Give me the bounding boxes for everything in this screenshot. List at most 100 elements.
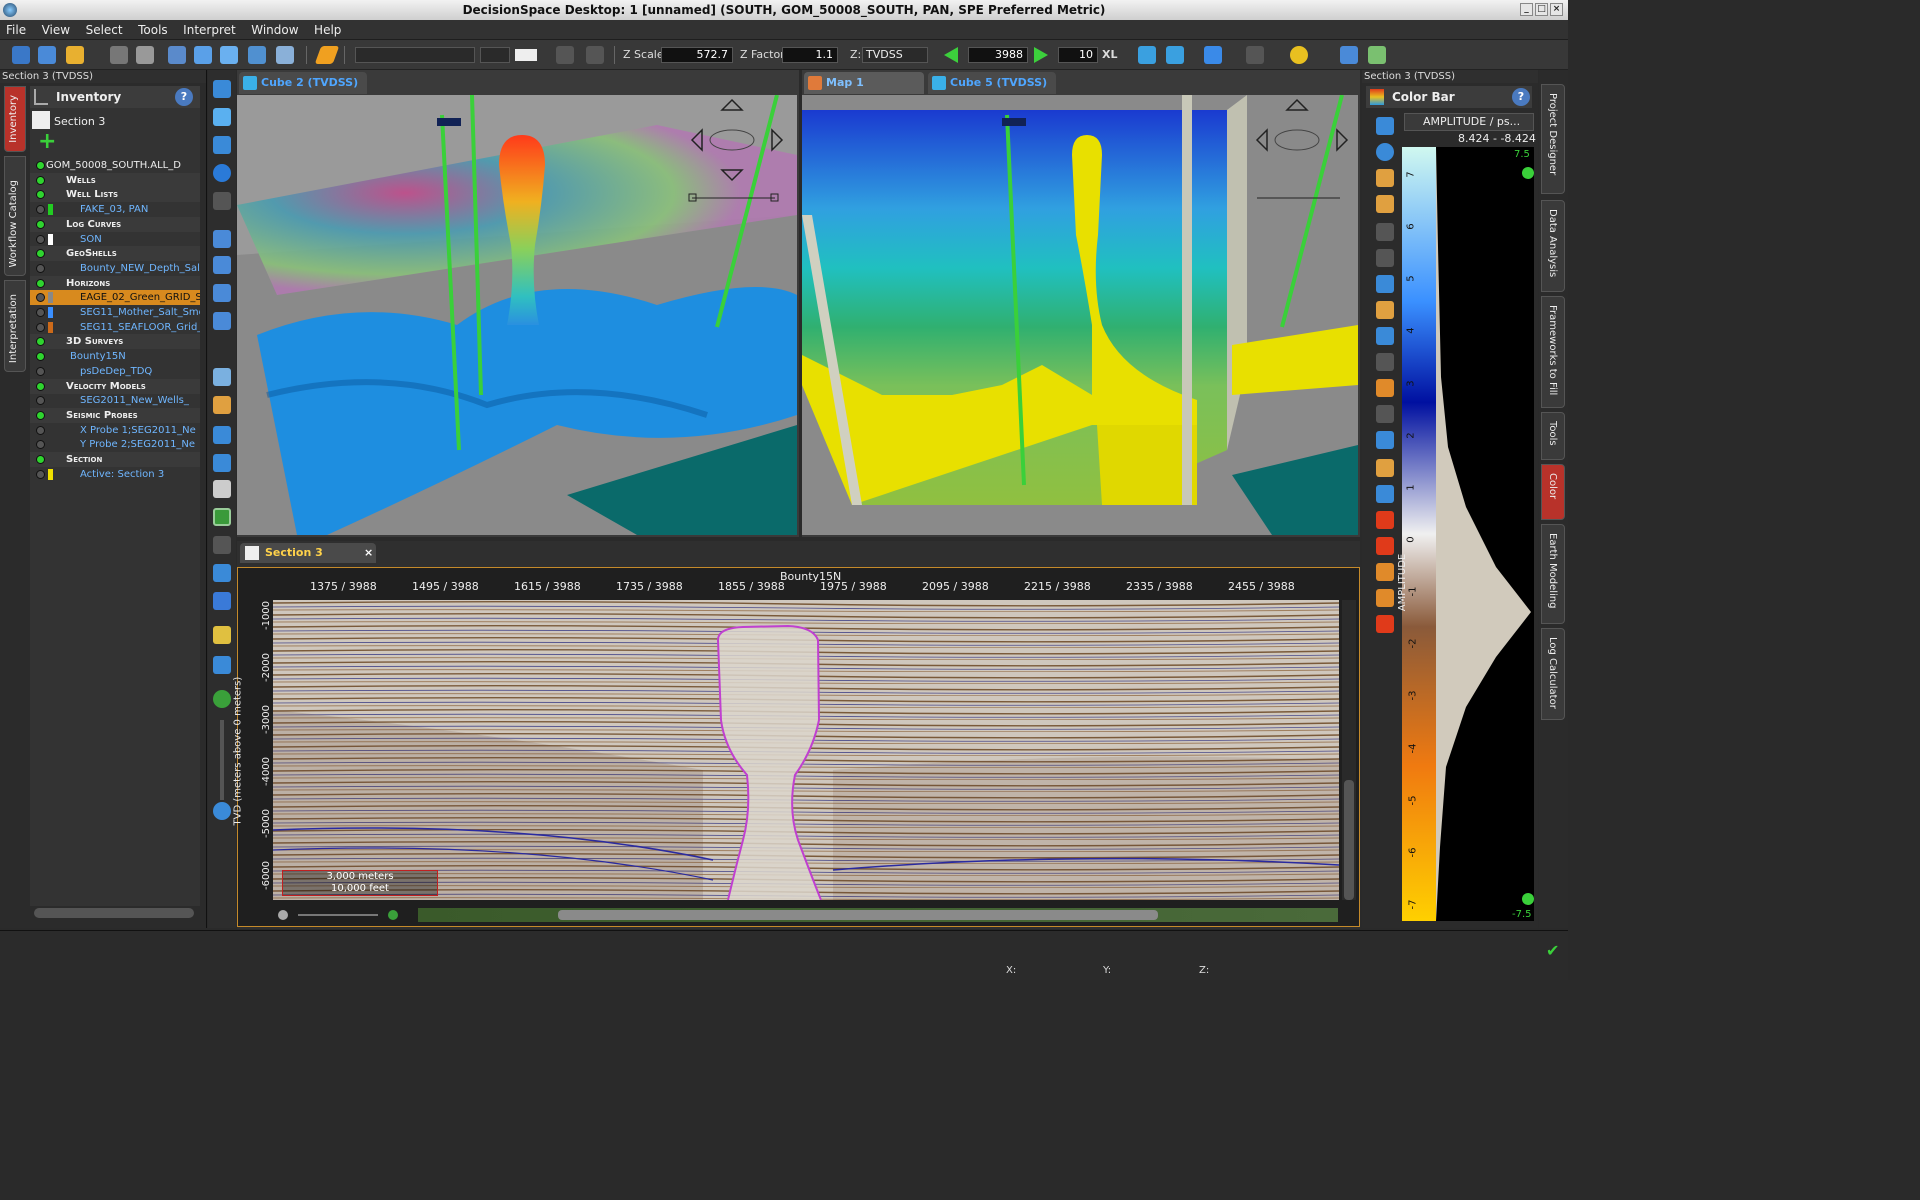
undo-icon[interactable] bbox=[556, 46, 574, 64]
previous-line-icon[interactable] bbox=[944, 47, 958, 63]
target-icon[interactable] bbox=[213, 508, 231, 526]
tree-row[interactable]: Y Probe 2;SEG2011_Ne bbox=[30, 437, 200, 452]
menu-select[interactable]: Select bbox=[80, 20, 129, 40]
screenshot-icon[interactable] bbox=[276, 46, 294, 64]
trace-icon[interactable] bbox=[213, 656, 231, 674]
cb-edit-icon[interactable] bbox=[1376, 459, 1394, 477]
visibility-toggle-icon[interactable] bbox=[36, 161, 45, 170]
color-swatch[interactable] bbox=[515, 49, 537, 61]
tab-workflow-catalog[interactable]: Workflow Catalog bbox=[4, 156, 26, 276]
tool-c-icon[interactable] bbox=[220, 46, 238, 64]
seismic-icon[interactable] bbox=[213, 592, 231, 610]
visibility-toggle-icon[interactable] bbox=[36, 190, 45, 200]
z-domain-select[interactable]: TVDSS bbox=[862, 47, 928, 63]
cb-save-icon[interactable] bbox=[1376, 195, 1394, 213]
cb-refresh-icon[interactable] bbox=[1376, 143, 1394, 161]
menu-tools[interactable]: Tools bbox=[132, 20, 174, 40]
tree-row[interactable]: Velocity Models bbox=[30, 378, 200, 394]
cb-ramp5-icon[interactable] bbox=[1376, 615, 1394, 633]
visibility-toggle-icon[interactable] bbox=[36, 293, 45, 303]
tree-row[interactable]: 3D Surveys bbox=[30, 334, 200, 350]
next-line-icon[interactable] bbox=[1034, 47, 1048, 63]
tab-color[interactable]: Color bbox=[1541, 464, 1565, 520]
visibility-toggle-icon[interactable] bbox=[36, 366, 45, 376]
cb-undo-icon[interactable] bbox=[1376, 223, 1394, 241]
visibility-toggle-icon[interactable] bbox=[36, 249, 45, 259]
attribute-select[interactable]: AMPLITUDE / ps... bbox=[1404, 113, 1534, 131]
min-handle[interactable] bbox=[1522, 893, 1534, 905]
menu-help[interactable]: Help bbox=[308, 20, 347, 40]
zoom-icon[interactable] bbox=[213, 80, 231, 98]
visibility-toggle-icon[interactable] bbox=[36, 410, 45, 420]
home-icon[interactable] bbox=[1138, 46, 1156, 64]
tree-row[interactable]: Well Lists bbox=[30, 187, 200, 203]
pencil-icon[interactable] bbox=[314, 46, 340, 64]
cb-pick-icon[interactable] bbox=[1376, 327, 1394, 345]
cube5-3d-scene[interactable] bbox=[802, 95, 1358, 535]
tree-row[interactable]: SEG11_Mother_Salt_Smo bbox=[30, 305, 200, 320]
bookmark-icon[interactable] bbox=[1204, 46, 1222, 64]
vertical-scroll[interactable] bbox=[1342, 600, 1356, 900]
visibility-toggle-icon[interactable] bbox=[36, 219, 45, 229]
data-icon[interactable] bbox=[38, 46, 56, 64]
tree-row[interactable]: Section bbox=[30, 452, 200, 467]
cb-redo-icon[interactable] bbox=[1376, 249, 1394, 267]
step-field[interactable]: 10 bbox=[1058, 47, 1098, 63]
cb-chart-icon[interactable] bbox=[1376, 379, 1394, 397]
cb-ramp3-icon[interactable] bbox=[1376, 563, 1394, 581]
tree-scrollbar[interactable] bbox=[34, 908, 194, 918]
align-icon[interactable] bbox=[213, 426, 231, 444]
tree-row[interactable]: psDeDep_TDQ bbox=[30, 364, 200, 379]
pick-icon[interactable] bbox=[213, 230, 231, 248]
cb-ramp2-icon[interactable] bbox=[1376, 537, 1394, 555]
tab-data-analysis[interactable]: Data Analysis bbox=[1541, 200, 1565, 292]
tree-row[interactable]: GOM_50008_SOUTH.ALL_D bbox=[30, 158, 200, 173]
cb-range-icon[interactable] bbox=[1376, 431, 1394, 449]
cb-pick2-icon[interactable] bbox=[1376, 353, 1394, 371]
cb-palette-icon[interactable] bbox=[1376, 169, 1394, 187]
zfactor-field[interactable]: 1.1 bbox=[782, 47, 838, 63]
visibility-toggle-icon[interactable] bbox=[36, 352, 45, 362]
visibility-toggle-icon[interactable] bbox=[36, 308, 45, 317]
zoom-plus-icon[interactable] bbox=[213, 690, 231, 708]
tool-b-icon[interactable] bbox=[194, 46, 212, 64]
tool-d-icon[interactable] bbox=[248, 46, 266, 64]
cb-grid-icon[interactable] bbox=[1376, 405, 1394, 423]
page-icon[interactable] bbox=[213, 536, 231, 554]
tab-project-designer[interactable]: Project Designer bbox=[1541, 84, 1565, 194]
home-view-icon[interactable] bbox=[1166, 46, 1184, 64]
zscale-field[interactable]: 572.7 bbox=[661, 47, 733, 63]
select-icon[interactable] bbox=[213, 256, 231, 274]
seismic-section[interactable] bbox=[273, 600, 1339, 900]
save-icon[interactable] bbox=[110, 46, 128, 64]
tab-section3[interactable]: Section 3 (TVDSS) × bbox=[240, 543, 376, 579]
zoom-in-small-icon[interactable] bbox=[388, 910, 398, 920]
cb-split-icon[interactable] bbox=[1376, 275, 1394, 293]
tree-row[interactable]: Wells bbox=[30, 172, 200, 188]
tab-cube2[interactable]: Cube 2 (TVDSS) bbox=[239, 72, 367, 94]
close-tab-icon[interactable]: × bbox=[364, 543, 373, 563]
tree-row[interactable]: SEG11_SEAFLOOR_Grid_ bbox=[30, 320, 200, 335]
horizontal-scroll[interactable] bbox=[418, 908, 1338, 922]
visibility-toggle-icon[interactable] bbox=[36, 175, 45, 185]
layers-icon[interactable] bbox=[213, 368, 231, 386]
tree-row[interactable]: SEG2011_New_Wells_ bbox=[30, 393, 200, 408]
visibility-toggle-icon[interactable] bbox=[36, 455, 45, 464]
colorbar-help-icon[interactable]: ? bbox=[1512, 88, 1530, 106]
cb-ramp4-icon[interactable] bbox=[1376, 589, 1394, 607]
visibility-toggle-icon[interactable] bbox=[36, 469, 45, 479]
visibility-toggle-icon[interactable] bbox=[36, 322, 45, 332]
tree-row[interactable]: EAGE_02_Green_GRID_S bbox=[30, 290, 200, 306]
inline-field[interactable]: 3988 bbox=[968, 47, 1028, 63]
visibility-toggle-icon[interactable] bbox=[36, 234, 45, 244]
visibility-toggle-icon[interactable] bbox=[36, 396, 45, 406]
measure-icon[interactable] bbox=[213, 312, 231, 330]
open-icon[interactable] bbox=[66, 46, 84, 64]
zoom-slider[interactable] bbox=[220, 720, 224, 800]
zoom-out-icon[interactable] bbox=[278, 910, 288, 920]
visibility-toggle-icon[interactable] bbox=[36, 440, 45, 450]
grid-icon[interactable] bbox=[1340, 46, 1358, 64]
tree-row[interactable]: Horizons bbox=[30, 275, 200, 291]
close-button[interactable]: × bbox=[1550, 3, 1563, 16]
maximize-button[interactable]: □ bbox=[1535, 3, 1548, 16]
